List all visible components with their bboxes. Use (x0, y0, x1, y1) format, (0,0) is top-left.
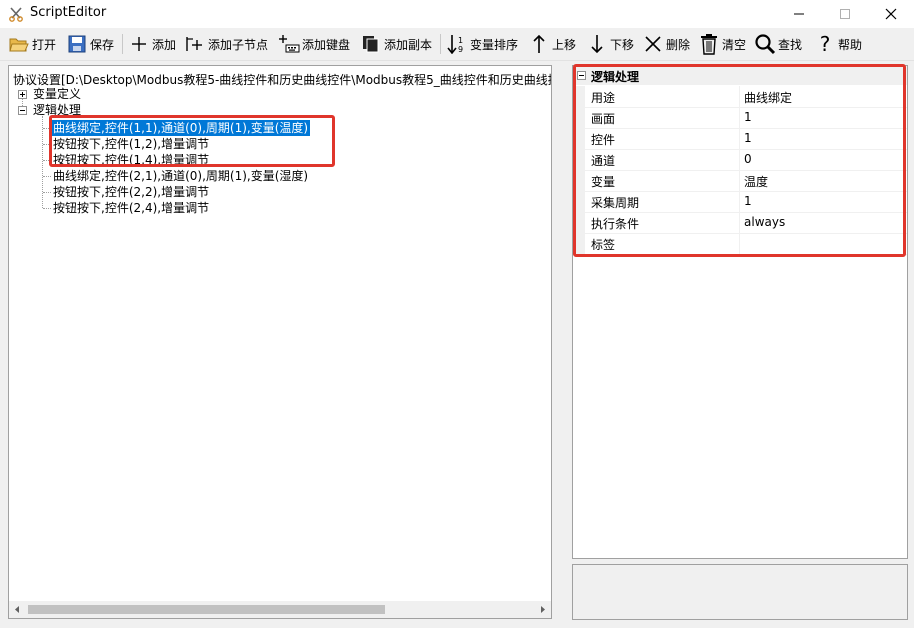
find-label: 查找 (778, 37, 803, 52)
sort-icon: 19 (446, 33, 468, 55)
save-icon (66, 33, 88, 55)
arrow-up-icon (528, 33, 550, 55)
add-copy-label: 添加副本 (384, 37, 433, 52)
move-down-button[interactable]: 下移 (586, 31, 634, 57)
scroll-right-icon[interactable] (534, 601, 551, 618)
tree-item[interactable]: 曲线绑定,控件(2,1),通道(0),周期(1),变量(湿度) (53, 168, 308, 184)
tree-root[interactable]: 协议设置[D:\Desktop\Modbus教程5-曲线控件和历史曲线控件\Mo… (13, 72, 551, 88)
minimize-button[interactable] (776, 0, 822, 28)
delete-x-icon (642, 33, 664, 55)
find-button[interactable]: 查找 (754, 31, 802, 57)
main-content: 协议设置[D:\Desktop\Modbus教程5-曲线控件和历史曲线控件\Mo… (0, 61, 914, 628)
var-sort-button[interactable]: 19 变量排序 (446, 31, 518, 57)
tree-item[interactable]: 按钮按下,控件(2,2),增量调节 (53, 184, 209, 200)
copy-icon (360, 33, 382, 55)
tree-node-var-def[interactable]: 变量定义 (33, 86, 81, 102)
delete-button[interactable]: 删除 (642, 31, 690, 57)
save-button[interactable]: 保存 (66, 31, 114, 57)
expand-plus-icon[interactable] (18, 90, 27, 99)
tree-item[interactable]: 按钮按下,控件(2,4),增量调节 (53, 200, 209, 216)
tree-connector (43, 192, 51, 194)
help-question-icon: ? (819, 32, 831, 56)
horizontal-scrollbar[interactable] (9, 601, 551, 618)
script-tree[interactable]: 协议设置[D:\Desktop\Modbus教程5-曲线控件和历史曲线控件\Mo… (8, 65, 552, 619)
help-button[interactable]: ? 帮助 (814, 31, 862, 57)
help-label: 帮助 (838, 37, 863, 52)
move-up-label: 上移 (552, 37, 577, 52)
trash-icon (698, 33, 720, 55)
save-label: 保存 (90, 37, 115, 52)
open-button[interactable]: 打开 (8, 31, 56, 57)
toolbar-separator (122, 34, 123, 54)
add-copy-button[interactable]: 添加副本 (360, 31, 432, 57)
plus-icon (128, 33, 150, 55)
tree-connector (43, 176, 51, 178)
add-child-button[interactable]: 添加子节点 (184, 31, 268, 57)
maximize-button[interactable] (822, 0, 868, 28)
arrow-down-icon (586, 33, 608, 55)
scroll-left-icon[interactable] (9, 601, 26, 618)
scissors-icon (8, 6, 24, 22)
add-child-icon (184, 33, 206, 55)
move-down-label: 下移 (610, 37, 635, 52)
add-keyboard-label: 添加键盘 (302, 37, 351, 52)
collapse-minus-icon[interactable] (18, 106, 27, 115)
highlight-box (49, 115, 335, 167)
title-bar: ScriptEditor (0, 0, 914, 28)
clear-button[interactable]: 清空 (698, 31, 746, 57)
add-keyboard-button[interactable]: 添加键盘 (278, 31, 350, 57)
folder-open-icon (8, 33, 30, 55)
add-child-label: 添加子节点 (208, 37, 269, 52)
clear-label: 清空 (722, 37, 747, 52)
delete-label: 删除 (666, 37, 691, 52)
svg-text:1: 1 (458, 36, 463, 45)
add-button[interactable]: 添加 (128, 31, 176, 57)
var-sort-label: 变量排序 (470, 37, 519, 52)
highlight-box (573, 64, 906, 257)
search-icon (754, 33, 776, 55)
keyboard-icon (278, 33, 300, 55)
toolbar: 打开 保存 添加 添加子节点 添加键盘 添加副本 19 变量排序 上移 下移 删… (0, 28, 914, 61)
tree-connector (43, 208, 51, 210)
scrollbar-thumb[interactable] (28, 605, 385, 614)
move-up-button[interactable]: 上移 (528, 31, 576, 57)
toolbar-separator (440, 34, 441, 54)
open-label: 打开 (32, 37, 57, 52)
window-title: ScriptEditor (30, 5, 107, 20)
close-button[interactable] (868, 0, 914, 28)
property-description (572, 564, 908, 620)
add-label: 添加 (152, 37, 177, 52)
svg-text:9: 9 (458, 45, 463, 54)
